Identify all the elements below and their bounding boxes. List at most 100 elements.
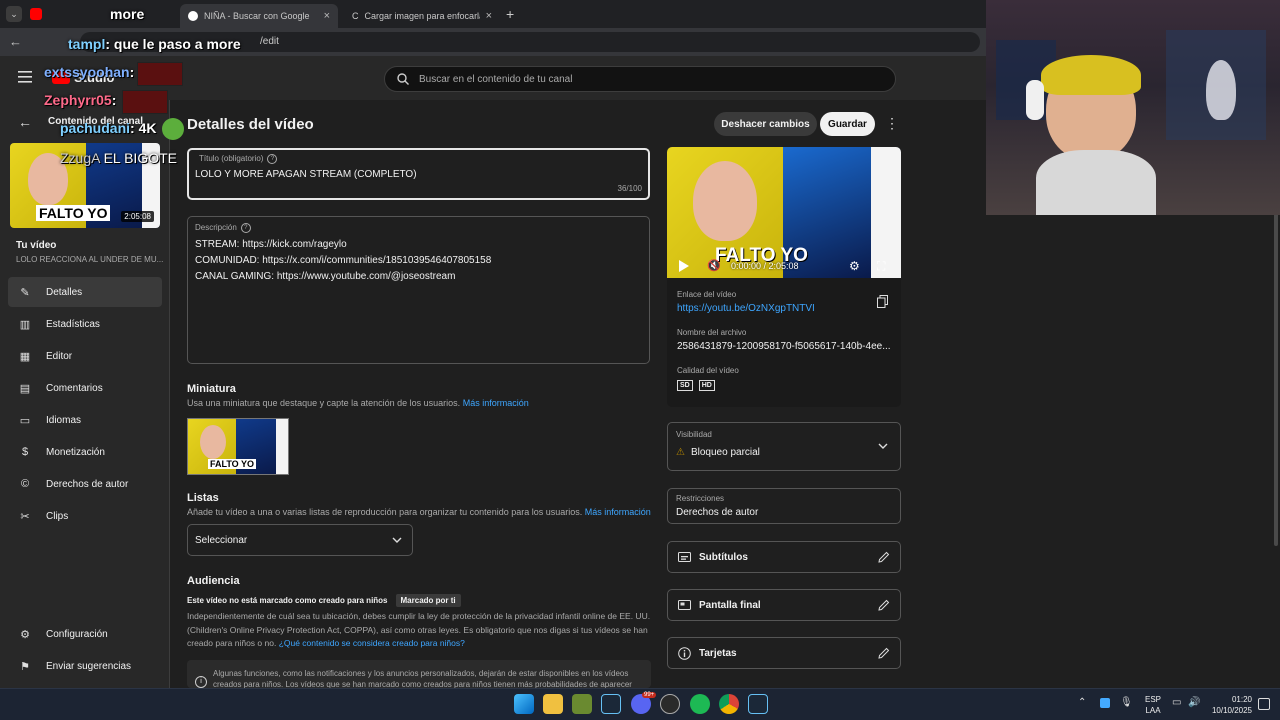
copyright-icon: © <box>20 478 30 490</box>
sidebar-item-label: Monetización <box>46 446 105 458</box>
youtube-favicon-icon <box>30 8 42 20</box>
notification-badge: 99+ <box>642 692 657 698</box>
sidebar-item-clips[interactable]: ✂ Clips <box>8 501 162 531</box>
obs-icon[interactable] <box>660 694 680 714</box>
play-icon[interactable] <box>679 260 689 272</box>
chrome-icon[interactable] <box>719 694 739 714</box>
help-icon[interactable]: ? <box>267 154 278 164</box>
clock[interactable]: 01:20 10/10/2025 <box>1208 694 1252 716</box>
tab-google-search[interactable]: NIÑA - Buscar con Google × <box>180 4 338 28</box>
file-explorer-icon[interactable] <box>543 694 563 714</box>
info-icon: i <box>195 676 207 688</box>
windows-start-icon[interactable] <box>514 694 534 714</box>
sidebar-item-label: Idiomas <box>46 414 82 426</box>
save-button[interactable]: Guardar <box>820 112 875 136</box>
sidebar-item-editor[interactable]: ▦ Editor <box>8 341 162 371</box>
restrictions-card[interactable]: Restricciones Derechos de autor <box>667 488 901 524</box>
sidebar-item-label: Estadísticas <box>46 318 100 330</box>
new-tab-button[interactable]: + <box>506 6 514 22</box>
sidebar-item-configuración[interactable]: ⚙ Configuración <box>8 619 162 649</box>
volume-icon[interactable]: 🔊 <box>1188 697 1200 708</box>
volume-icon[interactable]: 🔇 <box>707 259 721 272</box>
chat-message: ZzugA EL BIGOTE <box>60 150 177 166</box>
back-arrow-icon[interactable]: ← <box>9 34 22 49</box>
subtitles-row[interactable]: Subtítulos <box>667 541 901 573</box>
help-icon[interactable]: ? <box>240 223 251 233</box>
undo-changes-button[interactable]: Deshacer cambios <box>714 112 817 136</box>
kids-info-box: i Algunas funciones, como las notificaci… <box>187 660 651 688</box>
webcam-overlay <box>986 0 1280 215</box>
dollar-icon: $ <box>21 446 29 458</box>
more-info-link[interactable]: Más información <box>585 507 651 517</box>
chevron-up-icon[interactable]: ⌃ <box>1078 697 1086 708</box>
description-field[interactable]: Descripción ? STREAM: https://kick.com/r… <box>187 216 650 364</box>
loading-favicon-icon: C <box>352 11 359 21</box>
sidebar-item-enviar-sugerencias[interactable]: ⚑ Enviar sugerencias <box>8 651 162 681</box>
sidebar-item-label: Comentarios <box>46 382 103 394</box>
chevron-down-icon <box>878 443 888 449</box>
video-player[interactable]: FALTO YO 🔇 0:00:00 / 2:05:08 ⚙ ⛶ <box>667 147 901 278</box>
sidebar-item-label: Editor <box>46 350 73 362</box>
lists-description: Añade tu vídeo a una o varias listas de … <box>187 507 583 517</box>
end-screen-row[interactable]: Pantalla final <box>667 589 901 621</box>
sidebar-item-label: Clips <box>46 510 69 522</box>
title-field[interactable]: Título (obligatorio) ? LOLO Y MORE APAGA… <box>187 148 650 200</box>
warning-icon: ⚠ <box>676 447 685 458</box>
sidebar-item-idiomas[interactable]: ▭ Idiomas <box>8 405 162 435</box>
browser-tab-bar: ⌄ NIÑA - Buscar con Google × C Cargar im… <box>0 0 986 28</box>
tab-cargar-imagen[interactable]: C Cargar imagen para enfocarla y × <box>344 4 500 28</box>
close-tab-icon[interactable]: × <box>324 10 330 22</box>
feedback-icon: ⚑ <box>20 660 30 673</box>
gear-icon[interactable]: ⚙ <box>849 259 860 273</box>
end-screen-icon <box>678 600 691 610</box>
kids-content-link[interactable]: ¿Qué contenido se considera creado para … <box>279 638 465 648</box>
pepe-emote <box>162 118 184 140</box>
more-info-link[interactable]: Más información <box>463 398 529 408</box>
more-options-icon[interactable]: ⋮ <box>885 115 899 132</box>
marked-by-you-badge: Marcado por ti <box>395 594 461 607</box>
close-tab-icon[interactable]: × <box>486 10 492 22</box>
sidebar-item-label: Derechos de autor <box>46 478 129 490</box>
subtitles-icon <box>678 552 691 562</box>
pencil-icon[interactable] <box>878 551 890 563</box>
sidebar-item-label: Enviar sugerencias <box>46 660 132 672</box>
description-line: STREAM: https://kick.com/rageylo <box>195 239 347 250</box>
menu-icon[interactable] <box>18 71 32 83</box>
sidebar-item-derechos-de-autor[interactable]: © Derechos de autor <box>8 469 162 499</box>
comments-icon: ▤ <box>19 382 31 395</box>
pencil-icon: ✎ <box>20 286 30 299</box>
copy-icon[interactable] <box>877 295 888 308</box>
description-line: COMUNIDAD: https://x.com/i/communities/1… <box>195 255 492 266</box>
sidebar-item-monetización[interactable]: $ Monetización <box>8 437 162 467</box>
chat-message: more <box>110 6 145 22</box>
steam-icon[interactable] <box>601 694 621 714</box>
steam-icon[interactable] <box>748 694 768 714</box>
network-icon[interactable]: ▭ <box>1172 697 1181 708</box>
tray-app-icon[interactable] <box>1100 698 1110 708</box>
channel-search-input[interactable]: Buscar en el contenido de tu canal <box>384 66 896 92</box>
video-time: 0:00:00 / 2:05:08 <box>731 261 799 271</box>
cards-row[interactable]: Tarjetas <box>667 637 901 669</box>
scissors-icon: ✂ <box>20 510 30 523</box>
notifications-icon[interactable] <box>1258 698 1270 710</box>
pencil-icon[interactable] <box>878 647 890 659</box>
sidebar-item-label: Detalles <box>46 286 83 298</box>
playlist-select[interactable]: Seleccionar <box>187 524 413 556</box>
language-indicator[interactable]: ESP LAA <box>1145 694 1161 716</box>
sidebar-item-detalles[interactable]: ✎ Detalles <box>8 277 162 307</box>
pencil-icon[interactable] <box>878 599 890 611</box>
back-arrow-icon[interactable]: ← <box>18 114 32 130</box>
sidebar-item-estadísticas[interactable]: ▥ Estadísticas <box>8 309 162 339</box>
fullscreen-icon[interactable]: ⛶ <box>877 259 885 274</box>
video-preview-card: FALTO YO 🔇 0:00:00 / 2:05:08 ⚙ ⛶ Enlace … <box>667 147 901 407</box>
visibility-dropdown[interactable]: Visibilidad ⚠ Bloqueo parcial <box>667 422 901 471</box>
sidebar-item-label: Configuración <box>46 628 108 640</box>
spotify-icon[interactable] <box>690 694 710 714</box>
microphone-icon[interactable]: 🎙 <box>1120 697 1133 708</box>
video-link[interactable]: https://youtu.be/OzNXgpTNTVI <box>677 303 815 314</box>
sidebar-item-comentarios[interactable]: ▤ Comentarios <box>8 373 162 403</box>
thumbnail-option[interactable]: FALTO YO <box>187 418 289 475</box>
tab-search-button[interactable]: ⌄ <box>6 6 22 22</box>
chevron-down-icon <box>392 537 402 543</box>
minecraft-icon[interactable] <box>572 694 592 714</box>
